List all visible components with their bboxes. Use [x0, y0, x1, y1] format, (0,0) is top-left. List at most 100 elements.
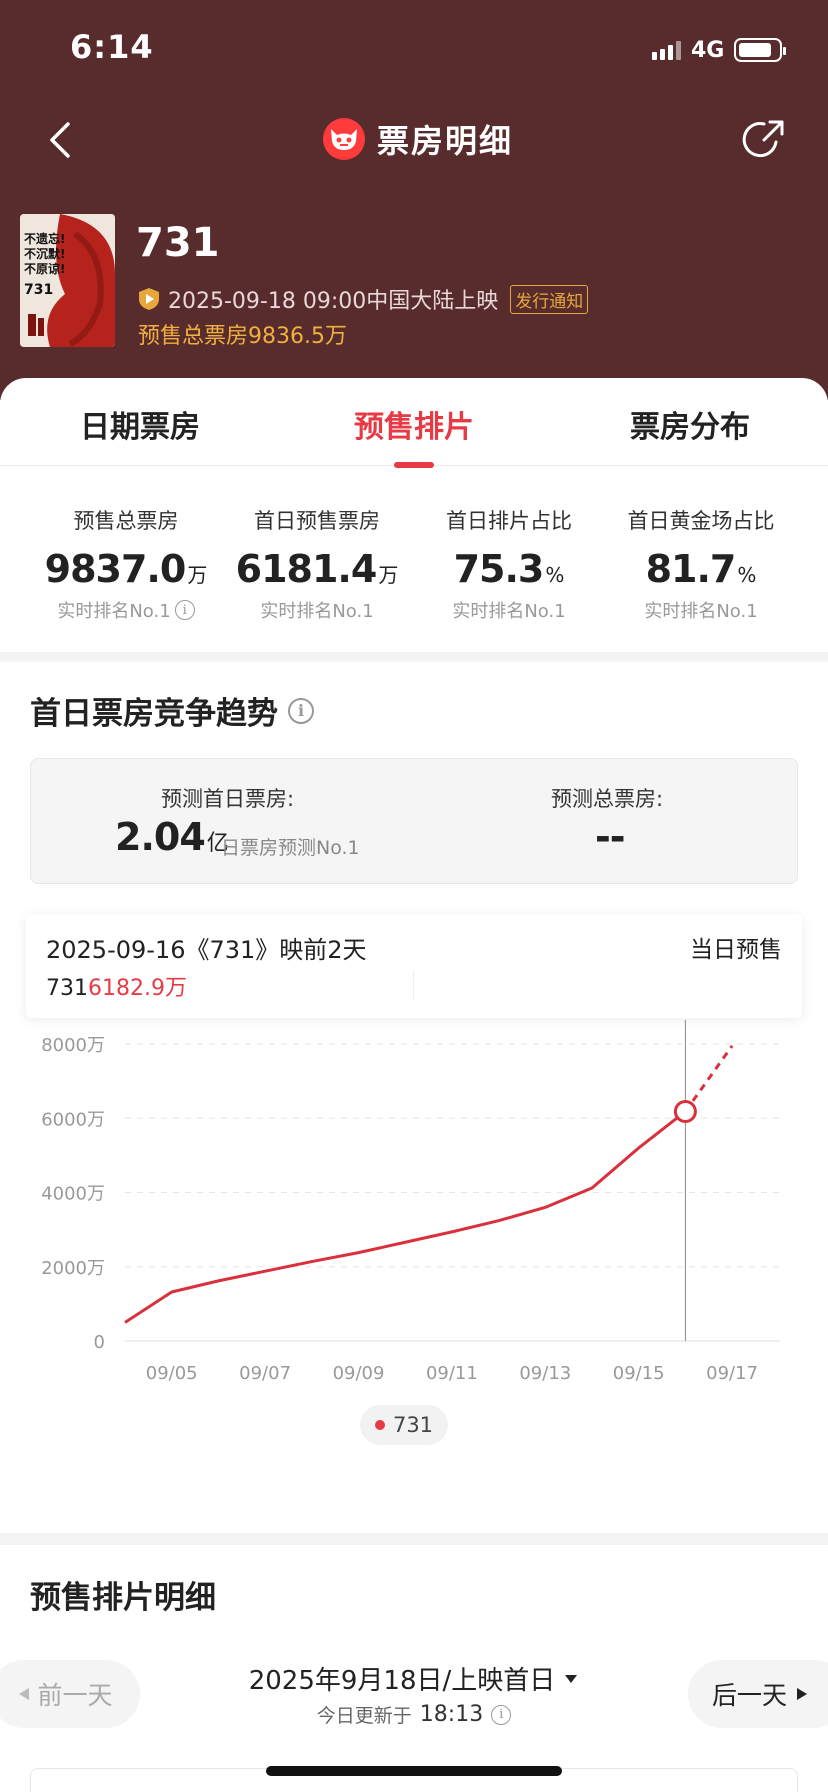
trend-section-title: 首日票房竞争趋势 i	[30, 688, 314, 733]
updated-time: 18:13	[419, 1702, 484, 1727]
highlight-point	[673, 1099, 697, 1123]
date-selector[interactable]: 2025年9月18日/上映首日 今日更新于 18:13 i	[240, 1660, 588, 1728]
back-button[interactable]	[40, 118, 84, 162]
y-tick-label: 6000万	[41, 1109, 105, 1130]
y-tick-label: 2000万	[41, 1258, 105, 1279]
nav-title-text: 票房明细	[377, 122, 514, 160]
stat-label: 预售总票房	[73, 509, 179, 533]
home-indicator	[266, 1766, 562, 1776]
stat-first-day-golden-share: 首日黄金场占比 81.7% 实时排名No.1	[606, 505, 796, 623]
y-tick-label: 8000万	[41, 1035, 105, 1056]
stat-label: 首日排片占比	[446, 509, 572, 533]
stat-rank: 实时排名No.1	[452, 601, 566, 622]
legend-item-731[interactable]: 731	[360, 1405, 448, 1445]
stat-first-day-schedule-share: 首日排片占比 75.3% 实时排名No.1	[414, 505, 604, 623]
x-tick-label: 09/07	[239, 1363, 291, 1384]
stat-value: 81.7	[645, 547, 737, 591]
chart-tooltip: 2025-09-16《731》映前2天 当日预售 7316182.9万	[26, 914, 802, 1018]
info-icon[interactable]: i	[174, 600, 195, 620]
tooltip-date: 2025-09-16《731》映前2天	[46, 936, 367, 964]
predict-first-day-label: 预测首日票房:	[161, 787, 295, 811]
section-divider	[0, 1533, 828, 1545]
header-hero: 6:14 4G 票房明细 不遗忘! 不沉默! 不原谅! 731 731 2025…	[0, 0, 828, 400]
poster-text-line: 不遗忘!	[24, 232, 66, 246]
maoyan-cat-logo-icon	[323, 118, 365, 160]
x-tick-label: 09/09	[333, 1363, 385, 1384]
trend-title: 首日票房竞争趋势	[30, 696, 278, 732]
poster-text-line: 731	[24, 282, 54, 298]
info-icon[interactable]: i	[491, 1704, 512, 1725]
prev-day-button[interactable]: 前一天	[0, 1660, 140, 1728]
movie-title: 731	[136, 220, 220, 266]
chevron-left-icon	[50, 122, 70, 158]
tab-daily-box-office[interactable]: 日期票房	[80, 402, 200, 446]
stat-value: 9837.0	[44, 547, 187, 591]
poster-text-line: 不沉默!	[24, 247, 66, 261]
section-divider	[0, 652, 828, 662]
series-projection-731	[684, 1044, 734, 1113]
signal-icon	[652, 40, 681, 60]
triangle-left-icon	[19, 1688, 30, 1700]
presale-total-line: 预售总票房9836.5万	[138, 324, 347, 349]
tooltip-mode: 当日预售	[690, 937, 782, 963]
selected-date: 2025年9月18日/上映首日	[248, 1666, 556, 1696]
predict-first-day-rank: 日票房预测No.1	[221, 837, 360, 859]
tab-box-office-distribution[interactable]: 票房分布	[630, 402, 750, 446]
x-tick-label: 09/15	[613, 1363, 665, 1384]
stat-value: 75.3	[453, 547, 545, 591]
stat-first-day-presale: 首日预售票房 6181.4 万 实时排名No.1	[222, 505, 412, 623]
stat-unit: 万	[378, 563, 399, 587]
stat-value: 6181.4	[235, 547, 378, 591]
x-tick-label: 09/05	[146, 1363, 198, 1384]
next-day-button[interactable]: 后一天	[688, 1660, 828, 1728]
tab-presale-schedule[interactable]: 预售排片	[354, 402, 474, 446]
predict-first-day-value: 2.04	[115, 815, 206, 859]
shield-play-icon	[139, 288, 159, 310]
next-day-label: 后一天	[712, 1681, 788, 1710]
tooltip-series: 731	[46, 976, 88, 1001]
movie-release-info: 2025-09-18 09:00中国大陆上映 发行通知	[138, 283, 589, 315]
status-indicators: 4G	[652, 34, 787, 66]
nav-title: 票房明细	[323, 116, 513, 162]
release-notice-badge[interactable]: 发行通知	[510, 284, 589, 314]
stat-rank: 实时排名No.1	[57, 601, 171, 622]
share-button[interactable]	[742, 118, 786, 162]
tab-active-indicator	[394, 462, 434, 468]
prev-day-label: 前一天	[37, 1681, 113, 1710]
release-text: 2025-09-18 09:00中国大陆上映	[168, 289, 499, 314]
stat-unit: %	[737, 563, 757, 587]
y-tick-label: 0	[94, 1332, 105, 1353]
stat-presale-total: 预售总票房 9837.0 万 实时排名No.1 i	[31, 505, 221, 623]
predict-total-value: --	[595, 815, 626, 859]
stat-label: 首日预售票房	[254, 509, 380, 533]
stat-unit: %	[545, 563, 565, 587]
stat-rank: 实时排名No.1	[644, 601, 758, 622]
status-time: 6:14	[70, 28, 154, 66]
stat-rank: 实时排名No.1	[260, 601, 374, 622]
info-icon[interactable]: i	[288, 697, 314, 724]
triangle-right-icon	[797, 1688, 808, 1700]
caret-down-icon	[565, 1674, 578, 1683]
battery-icon	[734, 38, 787, 62]
network-label: 4G	[691, 37, 725, 63]
y-tick-label: 4000万	[41, 1184, 105, 1205]
share-icon	[742, 120, 784, 158]
poster-text-line: 不原谅!	[24, 262, 66, 276]
predict-total-label: 预测总票房:	[551, 787, 664, 811]
detail-section-title: 预售排片明细	[30, 1580, 216, 1616]
page: 6:14 4G 票房明细 不遗忘! 不沉默! 不原谅! 731 731 2025…	[0, 0, 828, 1792]
legend-dot	[374, 1420, 385, 1430]
x-tick-label: 09/17	[706, 1363, 758, 1384]
movie-poster[interactable]: 不遗忘! 不沉默! 不原谅! 731	[20, 214, 115, 347]
tooltip-value: 6182.9万	[88, 976, 187, 1001]
updated-label: 今日更新于	[316, 1705, 412, 1727]
x-tick-label: 09/11	[426, 1363, 478, 1384]
prediction-box: 预测首日票房: 2.04亿 日票房预测No.1 预测总票房: --	[30, 758, 798, 884]
legend-label: 731	[392, 1413, 434, 1437]
trend-line-chart[interactable]: 0 2000万 4000万 6000万 8000万 09/05 09/07 09/09 09/1…	[0, 1020, 828, 1400]
tab-bar: 日期票房 预售排片 票房分布	[0, 378, 828, 468]
stat-unit: 万	[187, 563, 208, 587]
series-line-731	[124, 1110, 687, 1324]
stat-label: 首日黄金场占比	[627, 509, 775, 533]
tooltip-separator	[413, 970, 414, 1000]
